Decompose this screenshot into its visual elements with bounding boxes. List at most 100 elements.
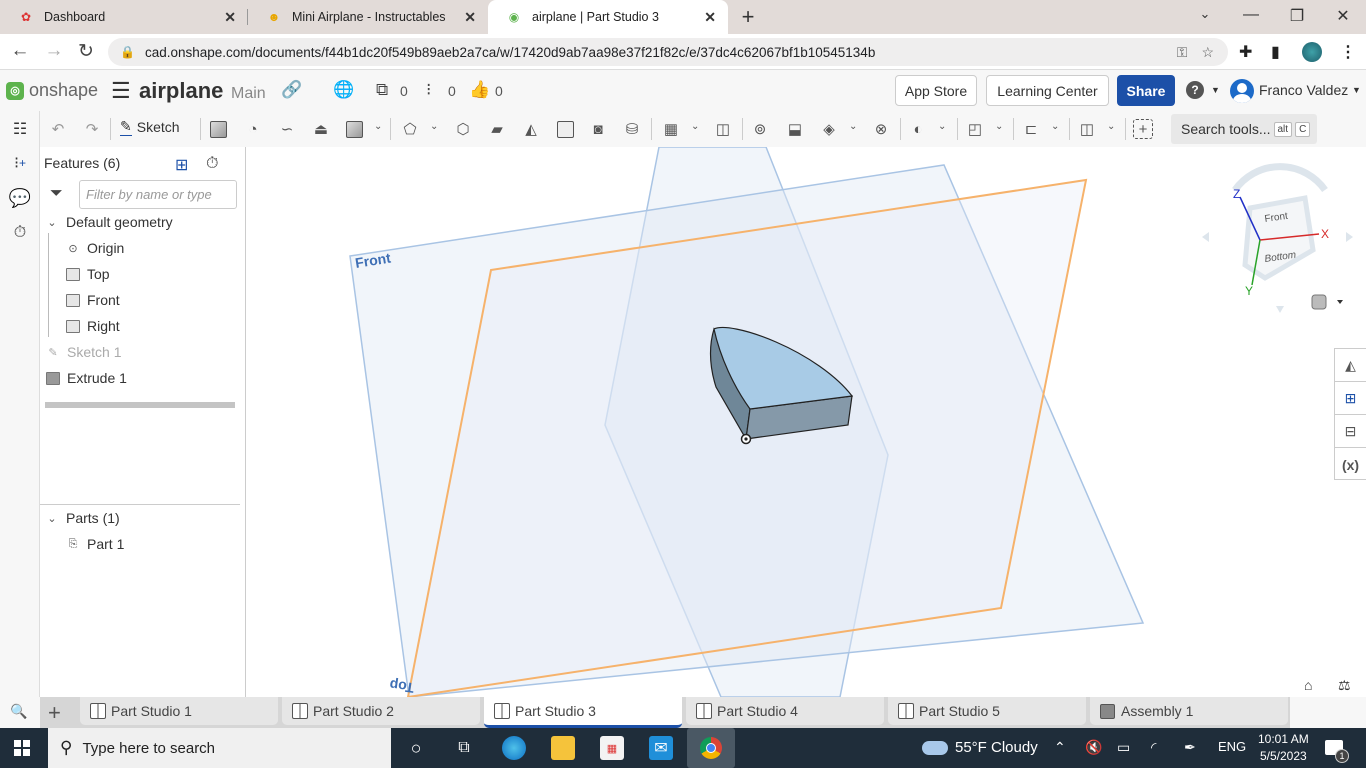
shell-tool-icon[interactable] (555, 119, 575, 139)
like-icon[interactable]: 👍 (469, 80, 490, 100)
boolean-tool-icon[interactable]: ⊚ (750, 119, 770, 139)
sketch-button[interactable]: ✎ Sketch (120, 118, 180, 136)
loft-tool-icon[interactable]: ⏏ (311, 119, 331, 139)
thicken-tool-icon[interactable] (344, 119, 364, 139)
default-geometry-group[interactable]: ⌄ Default geometry (44, 210, 172, 234)
new-tab-button[interactable]: + (738, 4, 758, 30)
battery-icon[interactable]: ▭ (1117, 739, 1130, 756)
pen-icon[interactable]: ✒ (1184, 739, 1196, 756)
feature-list-icon[interactable]: ☷ (9, 118, 31, 140)
side-panel-icon[interactable]: ▮ (1271, 42, 1280, 62)
taskbar-search[interactable]: ⚲ Type here to search (48, 728, 391, 768)
close-window-button[interactable]: ✕ (1333, 6, 1353, 26)
view-cube[interactable]: Front Bottom Z X Y (1195, 160, 1365, 320)
feature-front-plane[interactable]: Front (65, 288, 120, 312)
find-tab-icon[interactable]: 🔍 (10, 703, 27, 720)
help-dropdown-icon[interactable]: ▼ (1211, 85, 1220, 95)
filter-icon[interactable]: ⏷ (50, 185, 63, 203)
globe-icon[interactable]: 🌐 (333, 80, 354, 100)
profile-avatar[interactable] (1302, 42, 1322, 62)
chrome-taskbar-icon[interactable] (687, 728, 735, 768)
browser-tab-onshape[interactable]: ◉ airplane | Part Studio 3 ✕ (488, 0, 728, 34)
modify-fillet-tool-icon[interactable]: ◐ (908, 119, 928, 139)
chevron-down-icon[interactable]: ⌄ (995, 121, 1003, 132)
extensions-icon[interactable]: ✚ (1239, 42, 1252, 62)
user-name[interactable]: Franco Valdez (1259, 82, 1348, 98)
store-icon[interactable]: ▦ (600, 736, 624, 760)
rotate-down-arrow-icon[interactable] (1276, 306, 1284, 313)
close-tab-icon[interactable]: ✕ (464, 9, 476, 26)
measure-tool-icon[interactable]: ⌂ (1304, 677, 1312, 693)
rollback-bar[interactable] (45, 402, 235, 408)
sweep-tool-icon[interactable]: ∽ (277, 119, 297, 139)
rotate-right-arrow-icon[interactable] (1346, 232, 1353, 242)
hamburger-menu-icon[interactable]: ☰ (111, 78, 131, 104)
rotate-arc[interactable] (1232, 163, 1328, 193)
properties-panel-icon[interactable]: ⊞ (1335, 382, 1366, 415)
tab-part-studio-2[interactable]: Part Studio 2 (282, 697, 480, 725)
clock[interactable]: 10:01 AM 5/5/2023 (1258, 731, 1309, 765)
minimize-button[interactable]: — (1241, 6, 1261, 24)
rib-tool-icon[interactable]: ◭ (521, 119, 541, 139)
surface-tool-icon[interactable]: ◫ (1077, 119, 1097, 139)
parts-group[interactable]: ⌄ Parts (1) (44, 506, 119, 530)
chevron-down-icon[interactable]: ⌄ (44, 511, 60, 525)
versions-icon[interactable]: ⧉ (376, 80, 388, 100)
browser-tab-dashboard[interactable]: ✿ Dashboard ✕ (0, 0, 248, 34)
volume-muted-icon[interactable]: 🔇 (1085, 739, 1102, 756)
user-avatar[interactable] (1230, 79, 1254, 103)
insert-point-icon[interactable]: ⁝ + (9, 152, 31, 174)
chamfer-tool-icon[interactable]: ⬡ (453, 119, 473, 139)
chevron-down-icon[interactable]: ⌄ (430, 121, 438, 132)
weather-text[interactable]: 55°F Cloudy (955, 739, 1038, 756)
chevron-down-icon[interactable]: ⌄ (849, 121, 857, 132)
chevron-down-icon[interactable]: ⌄ (374, 121, 382, 132)
add-custom-feature-icon[interactable]: + (1133, 119, 1153, 139)
language-indicator[interactable]: ENG (1218, 739, 1246, 754)
transform-tool-icon[interactable]: ◈ (819, 119, 839, 139)
url-text[interactable]: cad.onshape.com/documents/f44b1dc20f549b… (145, 45, 1177, 60)
search-tools-button[interactable]: Search tools... alt C (1171, 114, 1317, 144)
part-item[interactable]: ⎘ Part 1 (65, 532, 125, 556)
feature-extrude-1[interactable]: Extrude 1 (45, 366, 127, 390)
bookmark-star-icon[interactable]: ☆ (1201, 44, 1214, 61)
thread-tool-icon[interactable]: ⛁ (622, 119, 642, 139)
branches-icon[interactable]: ⁝ (426, 80, 431, 100)
tab-part-studio-5[interactable]: Part Studio 5 (888, 697, 1086, 725)
view-options-dropdown-icon[interactable] (1337, 300, 1343, 304)
tab-assembly-1[interactable]: Assembly 1 (1090, 697, 1288, 725)
draft-tool-icon[interactable]: ▰ (487, 119, 507, 139)
mass-properties-icon[interactable]: ⚖ (1338, 677, 1351, 694)
feature-top-plane[interactable]: Top (65, 262, 110, 286)
app-store-button[interactable]: App Store (895, 75, 977, 106)
add-folder-icon[interactable]: ⊞ (175, 155, 188, 175)
tab-search-icon[interactable]: ⌄ (1195, 6, 1215, 22)
reload-button[interactable]: ↻ (74, 40, 98, 63)
add-tab-button[interactable]: + (48, 700, 61, 726)
restore-button[interactable]: ❐ (1287, 6, 1307, 26)
tab-part-studio-3[interactable]: Part Studio 3 (484, 697, 682, 728)
appearance-panel-icon[interactable]: ◭ (1335, 349, 1366, 382)
mirror-tool-icon[interactable]: ◫ (713, 119, 733, 139)
file-explorer-icon[interactable] (551, 736, 575, 760)
redo-icon[interactable]: ↷ (82, 119, 102, 139)
feature-right-plane[interactable]: Right (65, 314, 120, 338)
document-title[interactable]: airplane (139, 78, 223, 104)
view-options-cube-icon[interactable] (1311, 294, 1327, 310)
fillet-tool-icon[interactable]: ⬠ (400, 119, 420, 139)
configurations-panel-icon[interactable]: ⊟ (1335, 415, 1366, 448)
help-icon[interactable]: ? (1186, 81, 1204, 99)
plane-tool-icon[interactable]: ◰ (965, 119, 985, 139)
link-icon[interactable]: 🔗 (281, 80, 302, 100)
key-icon[interactable]: ⚿ (1177, 44, 1188, 61)
chevron-down-icon[interactable]: ⌄ (691, 121, 699, 132)
hole-tool-icon[interactable]: ◙ (588, 119, 608, 139)
pattern-tool-icon[interactable]: ▦ (661, 119, 681, 139)
branch-label[interactable]: Main (231, 85, 266, 103)
start-button[interactable] (14, 740, 30, 756)
feature-sketch-1[interactable]: ✎ Sketch 1 (45, 340, 121, 364)
delete-part-tool-icon[interactable]: ⊗ (871, 119, 891, 139)
close-tab-icon[interactable]: ✕ (224, 9, 236, 26)
variables-panel-icon[interactable]: (x) (1335, 448, 1366, 481)
mail-icon[interactable]: ✉ (649, 736, 673, 760)
